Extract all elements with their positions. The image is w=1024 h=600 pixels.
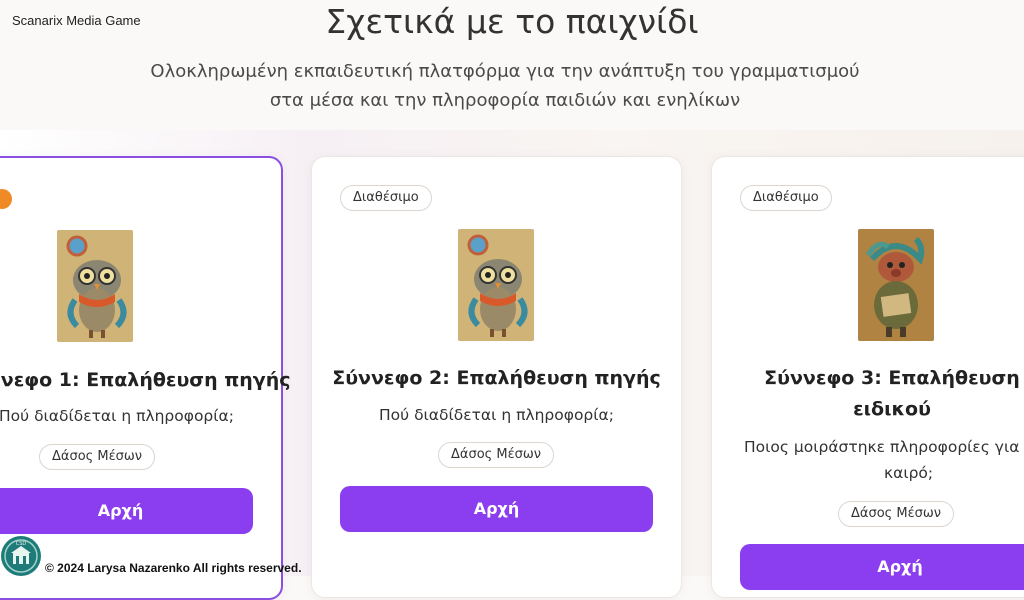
owl-illustration-icon xyxy=(458,229,534,341)
availability-badge: Διαθέσιμο xyxy=(740,185,832,211)
category-chip: Δάσος Μέσων xyxy=(838,501,955,527)
card-description: Ποιος μοιράστηκε πληροφορίες για τ καιρό… xyxy=(730,434,1024,486)
level-card-1[interactable]: Σύννεφο 1: Επαλήθευση πηγής Πού διαδίδετ… xyxy=(0,156,291,600)
card-title: Σύννεφο 2: Επαλήθευση πηγής xyxy=(332,367,661,389)
status-indicator-dot xyxy=(0,189,12,209)
level-card-3[interactable]: Διαθέσιμο Σύννεφο 3: Επαλήθευση ειδικού … xyxy=(711,156,1024,598)
start-button[interactable]: Αρχή xyxy=(740,544,1024,590)
page-subtitle: Ολοκληρωμένη εκπαιδευτική πλατφόρμα για … xyxy=(0,57,1010,115)
card-description-line-1: Ποιος μοιράστηκε πληροφορίες για τ xyxy=(744,438,1024,456)
start-button[interactable]: Αρχή xyxy=(0,488,253,534)
card-title: Σύννεφο 3: Επαλήθευση ειδικού xyxy=(712,363,1024,425)
card-title: Σύννεφο 1: Επαλήθευση πηγής xyxy=(0,369,291,391)
card-description: Πού διαδίδεται η πληροφορία; xyxy=(379,406,614,424)
start-button[interactable]: Αρχή xyxy=(340,486,653,532)
subtitle-line-1: Ολοκληρωμένη εκπαιδευτική πλατφόρμα για … xyxy=(150,61,860,82)
csd-logo-icon: CSD xyxy=(0,535,42,577)
card-title-line-1: Σύννεφο 3: Επαλήθευση xyxy=(764,367,1020,389)
category-chip: Δάσος Μέσων xyxy=(39,444,156,470)
page-title: Σχετικά με το παιχνίδι xyxy=(325,2,699,41)
category-chip: Δάσος Μέσων xyxy=(438,442,555,468)
availability-badge: Διαθέσιμο xyxy=(340,185,432,211)
card-title-line-2: ειδικού xyxy=(853,398,931,420)
footer-copyright: © 2024 Larysa Nazarenko All rights reser… xyxy=(45,561,302,575)
owl-illustration-icon xyxy=(57,230,133,342)
card-description-line-2: καιρό; xyxy=(884,464,934,482)
svg-text:CSD: CSD xyxy=(16,541,27,547)
subtitle-line-2: στα μέσα και την πληροφορία παιδιών και … xyxy=(269,90,741,111)
level-card-2[interactable]: Διαθέσιμο Σύννεφο 2: Επαλήθευση πηγής Πο… xyxy=(311,156,682,598)
troll-illustration-icon xyxy=(858,229,934,341)
card-description: Πού διαδίδεται η πληροφορία; xyxy=(0,407,234,425)
